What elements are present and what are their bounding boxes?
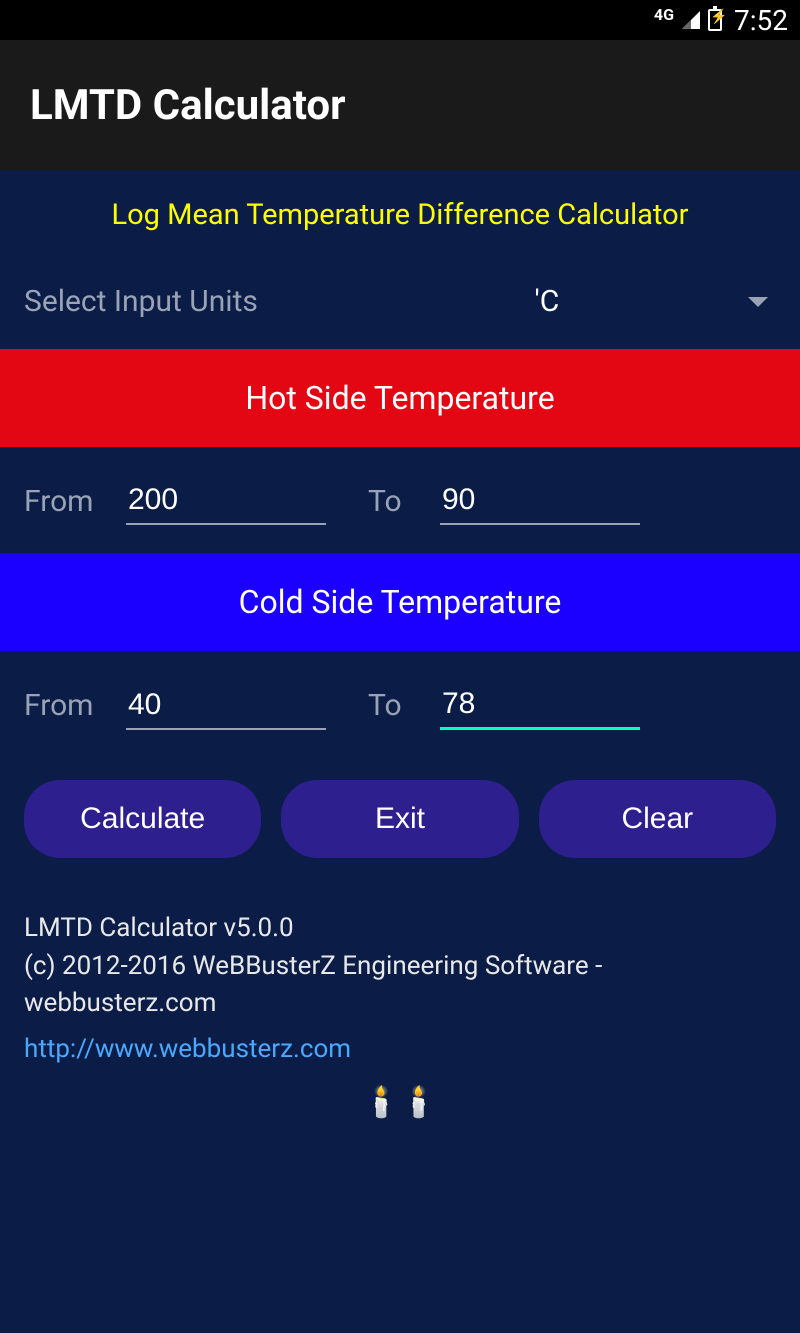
cold-to-input[interactable] [440,681,640,730]
units-label: Select Input Units [24,284,258,319]
battery-icon [708,9,722,31]
status-time: 7:52 [734,4,788,37]
calculate-button[interactable]: Calculate [24,780,261,858]
footer-copyright: (c) 2012-2016 WeBBusterZ Engineering Sof… [24,948,776,1023]
cold-from-label: From [24,688,114,723]
hot-from-label: From [24,484,114,519]
network-indicator: 4G [654,5,674,24]
hot-section-header: Hot Side Temperature [0,349,800,447]
hot-to-input[interactable] [440,477,640,525]
app-title: LMTD Calculator [30,81,345,130]
exit-button[interactable]: Exit [281,780,518,858]
footer-version: LMTD Calculator v5.0.0 [24,910,776,948]
cold-to-label: To [368,688,428,723]
content-area: Log Mean Temperature Difference Calculat… [0,170,800,1333]
hot-input-row: From To [0,447,800,553]
units-selected-value: 'C [535,284,560,319]
page-subtitle: Log Mean Temperature Difference Calculat… [0,170,800,268]
button-row: Calculate Exit Clear [0,758,800,880]
clear-button[interactable]: Clear [539,780,776,858]
signal-icon [682,11,700,29]
app-bar: LMTD Calculator [0,40,800,170]
hot-to-label: To [368,484,428,519]
status-bar: 4G 7:52 [0,0,800,40]
hot-from-input[interactable] [126,477,326,525]
chevron-down-icon [748,297,768,307]
footer: LMTD Calculator v5.0.0 (c) 2012-2016 WeB… [0,880,800,1079]
cold-from-input[interactable] [126,682,326,730]
units-select[interactable]: 'C [258,284,776,319]
units-row: Select Input Units 'C [0,268,800,349]
bottom-decoration: 🕯️🕯️ [0,1079,800,1120]
cold-section-header: Cold Side Temperature [0,553,800,651]
footer-link[interactable]: http://www.webbusterz.com [24,1031,776,1069]
candle-icon: 🕯️🕯️ [363,1085,438,1120]
cold-input-row: From To [0,651,800,758]
